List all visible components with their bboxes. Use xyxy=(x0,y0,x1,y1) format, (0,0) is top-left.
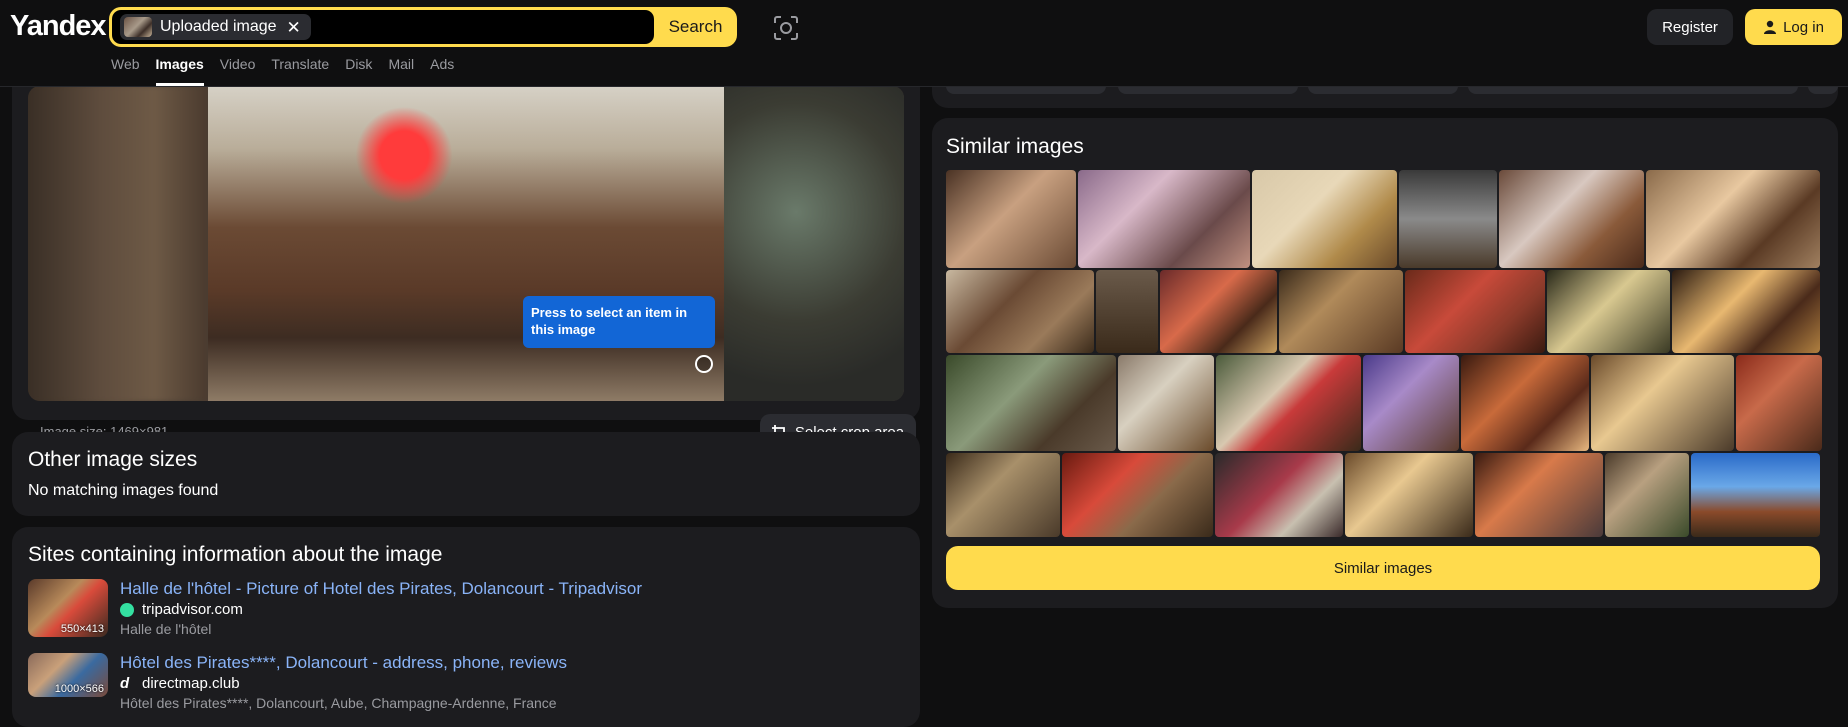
similar-image-thumbnail[interactable] xyxy=(1078,170,1250,268)
site-title-link[interactable]: Hôtel des Pirates****, Dolancourt - addr… xyxy=(120,653,567,673)
nav-mail[interactable]: Mail xyxy=(388,56,414,86)
search-input[interactable]: Uploaded image ✕ xyxy=(112,10,654,44)
similar-image-thumbnail[interactable] xyxy=(946,170,1076,268)
close-icon[interactable]: ✕ xyxy=(287,19,301,36)
similar-image-thumbnail[interactable] xyxy=(1547,270,1670,353)
similar-image-thumbnail[interactable] xyxy=(946,453,1060,537)
grid-row xyxy=(946,453,1820,537)
similar-image-thumbnail[interactable] xyxy=(946,270,1094,353)
sites-title: Sites containing information about the i… xyxy=(28,543,443,566)
similar-image-thumbnail[interactable] xyxy=(1691,453,1820,537)
login-button[interactable]: Log in xyxy=(1745,9,1842,45)
select-item-tooltip[interactable]: Press to select an item in this image xyxy=(523,296,715,348)
site-thumbnail[interactable]: 550×413 xyxy=(28,579,108,637)
site-description: Hôtel des Pirates****, Dolancourt, Aube,… xyxy=(120,695,557,711)
similar-image-thumbnail[interactable] xyxy=(1215,453,1343,537)
user-icon xyxy=(1764,20,1777,34)
grid-row xyxy=(946,270,1820,353)
login-label: Log in xyxy=(1783,18,1824,36)
nav-images[interactable]: Images xyxy=(155,56,205,86)
similar-image-thumbnail[interactable] xyxy=(1475,453,1603,537)
uploaded-image-thumbnail xyxy=(124,17,152,37)
sites-card: Sites containing information about the i… xyxy=(12,527,920,727)
uploaded-image-label: Uploaded image xyxy=(160,18,277,35)
similar-images-title: Similar images xyxy=(946,135,1084,158)
similar-image-thumbnail[interactable] xyxy=(1363,355,1459,451)
blurred-background-left xyxy=(28,86,208,401)
similar-image-thumbnail[interactable] xyxy=(1405,270,1545,353)
similar-image-thumbnail[interactable] xyxy=(1062,453,1213,537)
grid-row xyxy=(946,170,1820,268)
similar-image-thumbnail[interactable] xyxy=(1736,355,1822,451)
thumbnail-size: 550×413 xyxy=(60,623,104,635)
site-title-link[interactable]: Halle de l'hôtel - Picture of Hotel des … xyxy=(120,579,642,599)
similar-images-card: Similar images Similar images xyxy=(932,118,1838,608)
site-thumbnail[interactable]: 1000×566 xyxy=(28,653,108,697)
nav-disk[interactable]: Disk xyxy=(345,56,372,86)
similar-image-thumbnail[interactable] xyxy=(1216,355,1361,451)
similar-image-thumbnail[interactable] xyxy=(1646,170,1820,268)
similar-image-thumbnail[interactable] xyxy=(1096,270,1158,353)
site-domain[interactable]: d directmap.club xyxy=(120,675,240,692)
similar-image-thumbnail[interactable] xyxy=(1252,170,1397,268)
site-description: Halle de l'hôtel xyxy=(120,621,212,637)
site-result[interactable]: 1000×566 Hôtel des Pirates****, Dolancou… xyxy=(28,653,898,713)
similar-image-thumbnail[interactable] xyxy=(1118,355,1214,451)
similar-image-thumbnail[interactable] xyxy=(1605,453,1689,537)
thumbnail-size: 1000×566 xyxy=(54,683,104,695)
yandex-logo[interactable]: Yandex xyxy=(10,10,107,43)
no-matches-message: No matching images found xyxy=(28,482,219,499)
register-button[interactable]: Register xyxy=(1647,9,1733,45)
uploaded-image-chip[interactable]: Uploaded image ✕ xyxy=(120,14,311,40)
site-domain-label: directmap.club xyxy=(142,675,240,692)
similar-images-button[interactable]: Similar images xyxy=(946,546,1820,590)
blurred-background-right xyxy=(724,86,904,401)
similar-image-thumbnail[interactable] xyxy=(1672,270,1820,353)
similar-image-thumbnail[interactable] xyxy=(1345,453,1473,537)
header: Yandex Uploaded image ✕ Search Web Image… xyxy=(0,0,1848,87)
tripadvisor-icon xyxy=(120,602,134,617)
other-sizes-card: Other image sizes No matching images fou… xyxy=(12,432,920,516)
site-result[interactable]: 550×413 Halle de l'hôtel - Picture of Ho… xyxy=(28,579,898,639)
grid-row xyxy=(946,355,1822,451)
similar-image-thumbnail[interactable] xyxy=(1461,355,1589,451)
image-preview-card: Press to select an item in this image Im… xyxy=(12,40,920,450)
site-domain-label: tripadvisor.com xyxy=(142,601,243,618)
nav-translate[interactable]: Translate xyxy=(271,56,329,86)
nav-ads[interactable]: Ads xyxy=(430,56,454,86)
nav-video[interactable]: Video xyxy=(220,56,256,86)
similar-image-thumbnail[interactable] xyxy=(1399,170,1497,268)
similar-image-thumbnail[interactable] xyxy=(1279,270,1403,353)
uploaded-image[interactable] xyxy=(208,86,724,401)
directmap-icon: d xyxy=(120,675,130,692)
image-preview[interactable] xyxy=(28,86,904,401)
search-bar: Uploaded image ✕ Search xyxy=(109,7,737,47)
camera-search-icon[interactable] xyxy=(773,15,799,41)
similar-image-thumbnail[interactable] xyxy=(1160,270,1277,353)
search-button[interactable]: Search xyxy=(654,7,737,47)
other-sizes-title: Other image sizes xyxy=(28,448,198,471)
object-marker-icon[interactable] xyxy=(695,355,713,373)
similar-image-thumbnail[interactable] xyxy=(946,355,1116,451)
service-nav: Web Images Video Translate Disk Mail Ads xyxy=(111,56,470,86)
site-domain[interactable]: tripadvisor.com xyxy=(120,601,243,618)
similar-image-thumbnail[interactable] xyxy=(1499,170,1644,268)
similar-image-thumbnail[interactable] xyxy=(1591,355,1734,451)
nav-web[interactable]: Web xyxy=(111,56,140,86)
